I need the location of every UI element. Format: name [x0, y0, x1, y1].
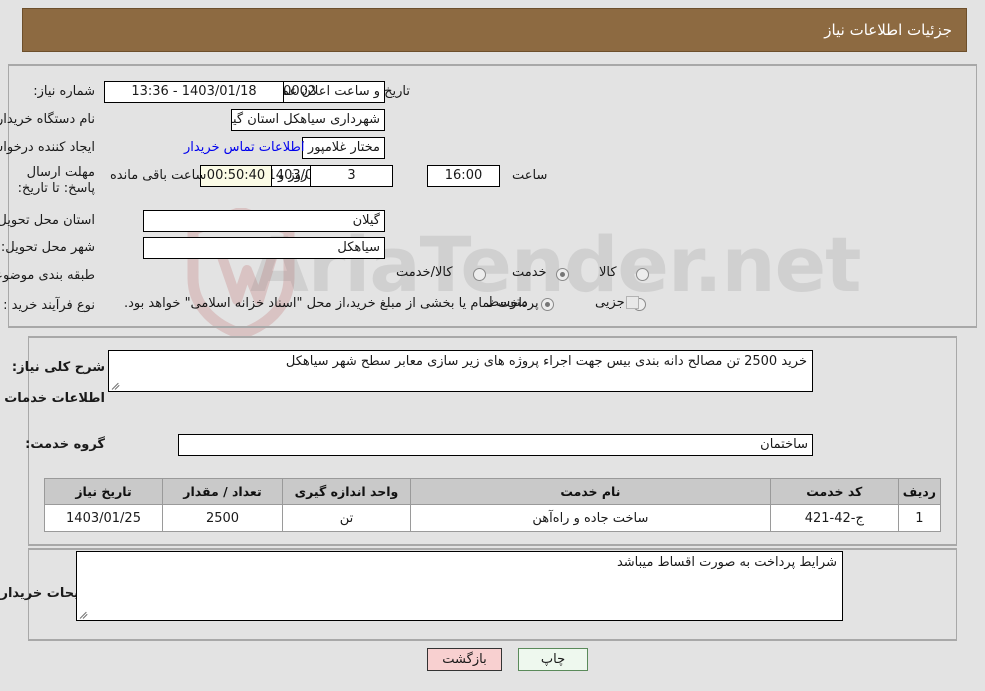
buyer-notes-value: شرایط پرداخت به صورت اقساط میباشد: [616, 555, 837, 570]
services-table: ردیف کد خدمت نام خدمت واحد اندازه گیری ت…: [44, 478, 942, 532]
col-code: کد خدمت: [769, 478, 899, 505]
treasury-bonds-text: پرداخت تمام یا بخشی از مبلغ خرید،از محل …: [124, 296, 539, 311]
countdown-timer: 00:50:40: [200, 165, 272, 187]
col-name: نام خدمت: [410, 478, 771, 505]
requester-value: مختار غلامپور کاربرداز شهرداری سیاهکل اس…: [302, 137, 385, 159]
service-group-label: گروه خدمت:: [25, 437, 105, 452]
remaining-days-unit: روز و: [278, 168, 308, 183]
description-label: شرح کلی نیاز:: [11, 360, 105, 375]
cell-row-no: 1: [897, 504, 942, 532]
province-label: استان محل تحویل:: [0, 213, 95, 228]
requester-label: ایجاد کننده درخواست:: [0, 140, 95, 155]
table-row: 1 ج-42-421 ساخت جاده و راه‌آهن تن 2500 1…: [44, 504, 942, 532]
announce-datetime-value: 1403/01/18 - 13:36: [104, 81, 284, 103]
category-label: طبقه بندی موضوعی:: [0, 268, 95, 283]
cell-name: ساخت جاده و راه‌آهن: [410, 504, 771, 532]
back-button[interactable]: بازگشت: [427, 648, 502, 671]
cell-need-date: 1403/01/25: [44, 504, 163, 532]
city-label: شهر محل تحویل:: [0, 240, 95, 255]
buyer-org-label: نام دستگاه خریدار:: [0, 112, 95, 127]
description-textarea[interactable]: خرید 2500 تن مصالح دانه بندی بیس جهت اجر…: [108, 350, 813, 392]
radio-category-khedmat-label: خدمت: [512, 265, 547, 280]
radio-category-kala-khedmat[interactable]: [473, 268, 486, 281]
checkbox-treasury-bonds[interactable]: [626, 296, 639, 309]
page-header-bar: جزئیات اطلاعات نیاز: [22, 8, 967, 52]
city-value: سیاهکل: [143, 237, 385, 259]
page-root: AriaTender.net جزئیات اطلاعات نیاز شماره…: [0, 0, 985, 691]
col-quantity: تعداد / مقدار: [162, 478, 283, 505]
cell-quantity: 2500: [162, 504, 283, 532]
description-value: خرید 2500 تن مصالح دانه بندی بیس جهت اجر…: [285, 354, 807, 369]
purchase-type-label: نوع فرآیند خرید :: [3, 298, 95, 313]
col-row-no: ردیف: [897, 478, 942, 505]
radio-purchase-motavaset[interactable]: [541, 298, 554, 311]
deadline-hour-label: ساعت: [512, 168, 548, 183]
radio-purchase-jozei-label: جزیی: [595, 295, 625, 310]
buyer-org-value: شهرداری سیاهکل استان گیلان: [231, 109, 385, 131]
service-group-value: ساختمان: [178, 434, 813, 456]
deadline-hour-value: 16:00: [427, 165, 500, 187]
buyer-contact-link[interactable]: اطلاعات تماس خریدار: [184, 140, 304, 155]
print-button[interactable]: چاپ: [518, 648, 588, 671]
radio-category-khedmat[interactable]: [556, 268, 569, 281]
resize-grip-icon[interactable]: [111, 380, 121, 390]
deadline-label: مهلت ارسال پاسخ: تا تاریخ:: [17, 165, 95, 196]
remaining-days-value: 3: [310, 165, 393, 187]
resize-grip-icon[interactable]: [79, 609, 89, 619]
need-number-label: شماره نیاز:: [33, 84, 95, 99]
radio-category-kala-khedmat-label: کالا/خدمت: [396, 265, 453, 280]
province-value: گیلان: [143, 210, 385, 232]
table-header-row: ردیف کد خدمت نام خدمت واحد اندازه گیری ت…: [44, 478, 942, 505]
radio-category-kala-label: کالا: [599, 265, 617, 280]
col-need-date: تاریخ نیاز: [44, 478, 163, 505]
page-title: جزئیات اطلاعات نیاز: [824, 21, 952, 39]
need-info-panel: [8, 64, 977, 328]
buyer-notes-textarea[interactable]: شرایط پرداخت به صورت اقساط میباشد: [76, 551, 843, 621]
remaining-suffix-label: ساعت باقی مانده: [110, 168, 207, 183]
cell-code: ج-42-421: [769, 504, 899, 532]
cell-unit: تن: [282, 504, 411, 532]
col-unit: واحد اندازه گیری: [282, 478, 411, 505]
radio-category-kala[interactable]: [636, 268, 649, 281]
services-heading: اطلاعات خدمات مورد نیاز: [0, 391, 105, 406]
